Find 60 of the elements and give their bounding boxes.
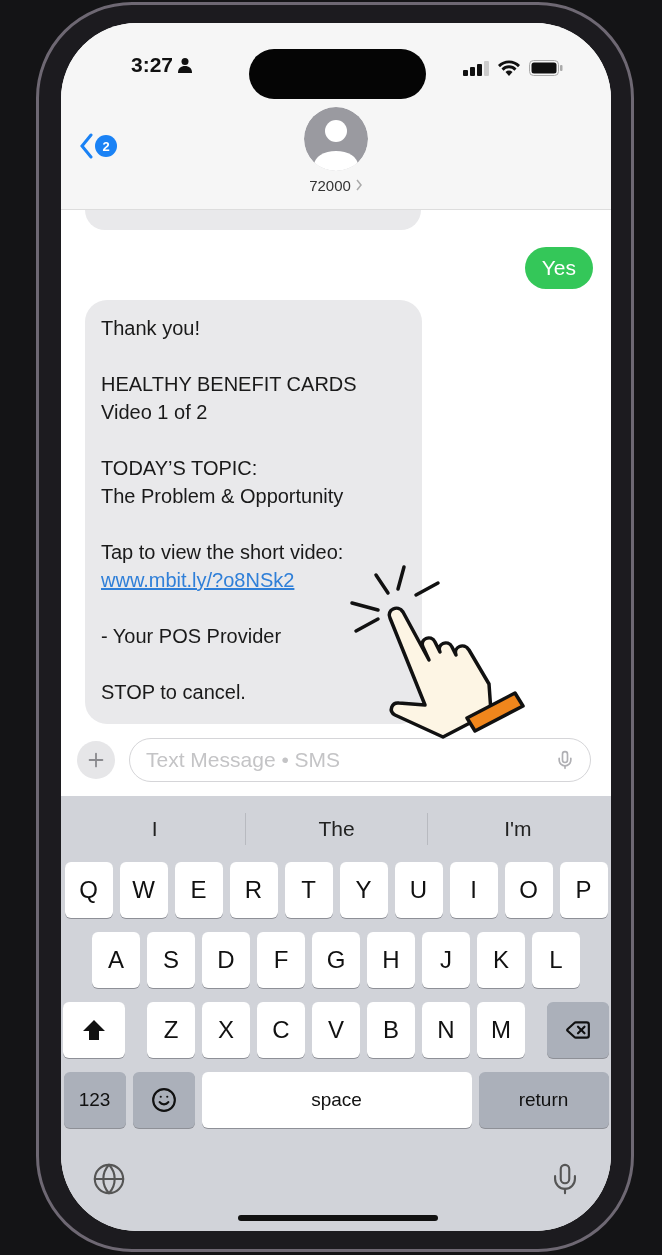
back-button[interactable]: 2 <box>79 133 117 159</box>
letter-key[interactable]: V <box>312 1002 360 1058</box>
letter-key[interactable]: W <box>119 862 168 918</box>
emoji-key[interactable] <box>132 1072 195 1128</box>
letter-key[interactable]: D <box>202 932 250 988</box>
globe-icon[interactable] <box>92 1162 126 1196</box>
add-button[interactable] <box>77 741 115 779</box>
chevron-left-icon <box>79 133 93 159</box>
numbers-key[interactable]: 123 <box>63 1072 126 1128</box>
message-text: Thank you! <box>101 316 201 341</box>
word-suggestion[interactable]: I'm <box>426 813 608 845</box>
message-text: TODAY’S TOPIC: <box>101 456 259 481</box>
letter-key[interactable]: Y <box>339 862 388 918</box>
avatar-icon[interactable] <box>304 107 368 171</box>
message-text: STOP to cancel. <box>101 680 247 705</box>
sent-message: Yes <box>524 247 593 289</box>
word-suggestion[interactable]: The <box>245 813 427 845</box>
signal-icon <box>463 60 489 76</box>
message-text: - Your POS Provider <box>101 624 283 649</box>
letter-key[interactable]: N <box>422 1002 470 1058</box>
letter-key[interactable]: B <box>367 1002 415 1058</box>
person-icon <box>177 57 194 73</box>
letter-key[interactable]: E <box>174 862 223 918</box>
letter-key[interactable]: F <box>257 932 305 988</box>
letter-key[interactable]: L <box>532 932 580 988</box>
letter-key[interactable]: X <box>202 1002 250 1058</box>
message-text: HEALTHY BENEFIT CARDS <box>101 372 358 397</box>
emoji-icon <box>150 1087 177 1113</box>
letter-key[interactable]: M <box>477 1002 525 1058</box>
message-text: The Problem & Opportunity <box>101 484 345 509</box>
chevron-right-icon <box>354 179 363 191</box>
unread-badge: 2 <box>95 135 117 157</box>
letter-key[interactable]: A <box>92 932 140 988</box>
shift-key[interactable] <box>63 1002 125 1058</box>
wifi-icon <box>497 59 521 77</box>
letter-key[interactable]: R <box>229 862 278 918</box>
shift-icon <box>82 1019 106 1041</box>
letter-key[interactable]: H <box>367 932 415 988</box>
battery-icon <box>529 60 563 76</box>
message-text: Video 1 of 2 <box>101 400 209 425</box>
letter-key[interactable]: O <box>504 862 553 918</box>
letter-key[interactable]: T <box>284 862 333 918</box>
message-field[interactable]: Text Message • SMS <box>129 738 591 782</box>
letter-key[interactable]: C <box>257 1002 305 1058</box>
message-text: Tap to view the short video: <box>101 540 345 565</box>
letter-key[interactable]: K <box>477 932 525 988</box>
letter-key[interactable]: Z <box>147 1002 195 1058</box>
letter-key[interactable]: U <box>394 862 443 918</box>
contact-name[interactable]: 72000 <box>309 177 363 194</box>
space-key[interactable]: space <box>201 1072 472 1128</box>
delete-key[interactable] <box>547 1002 609 1058</box>
letter-key[interactable]: P <box>559 862 608 918</box>
letter-key[interactable]: S <box>147 932 195 988</box>
word-suggestion[interactable]: I <box>64 813 246 845</box>
letter-key[interactable]: J <box>422 932 470 988</box>
return-key[interactable]: return <box>478 1072 609 1128</box>
letter-key[interactable]: G <box>312 932 360 988</box>
letter-key[interactable]: Q <box>64 862 113 918</box>
status-time: 3:27 <box>131 53 174 77</box>
letter-key[interactable]: I <box>449 862 498 918</box>
